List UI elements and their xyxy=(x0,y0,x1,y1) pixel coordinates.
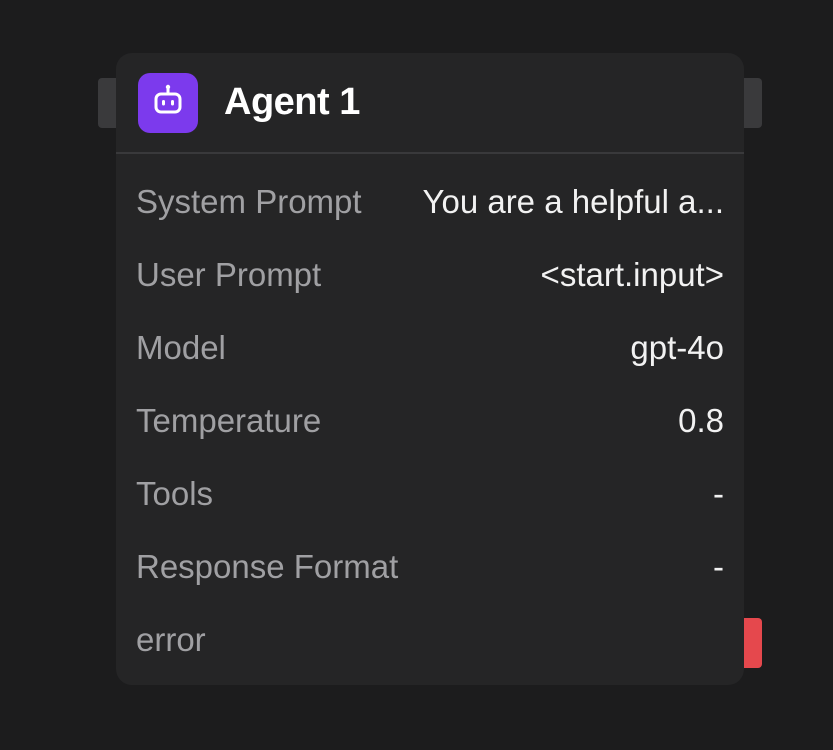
row-system-prompt[interactable]: System Prompt You are a helpful a... xyxy=(116,165,744,238)
row-model[interactable]: Model gpt-4o xyxy=(116,311,744,384)
row-user-prompt[interactable]: User Prompt <start.input> xyxy=(116,238,744,311)
row-value: - xyxy=(713,547,724,585)
robot-icon xyxy=(150,82,186,123)
row-value: gpt-4o xyxy=(630,328,724,366)
row-value: 0.8 xyxy=(678,401,724,439)
row-tools[interactable]: Tools - xyxy=(116,457,744,530)
row-label: User Prompt xyxy=(136,255,322,293)
row-temperature[interactable]: Temperature 0.8 xyxy=(116,384,744,457)
node-properties: System Prompt You are a helpful a... Use… xyxy=(116,154,744,676)
node-title: Agent 1 xyxy=(224,81,360,123)
agent-node[interactable]: Agent 1 System Prompt You are a helpful … xyxy=(116,53,744,685)
node-header[interactable]: Agent 1 xyxy=(116,53,744,154)
row-value: <start.input> xyxy=(540,255,724,293)
row-label: Response Format xyxy=(136,547,399,585)
row-response-format[interactable]: Response Format - xyxy=(116,530,744,603)
row-label: Temperature xyxy=(136,401,322,439)
row-label: System Prompt xyxy=(136,182,362,220)
row-label: error xyxy=(136,620,206,658)
row-label: Model xyxy=(136,328,226,366)
row-value: - xyxy=(713,474,724,512)
row-label: Tools xyxy=(136,474,214,512)
row-error[interactable]: error xyxy=(116,603,744,676)
row-value: You are a helpful a... xyxy=(422,182,724,220)
workflow-canvas[interactable]: Agent 1 System Prompt You are a helpful … xyxy=(0,0,833,750)
node-icon-badge xyxy=(138,72,198,133)
